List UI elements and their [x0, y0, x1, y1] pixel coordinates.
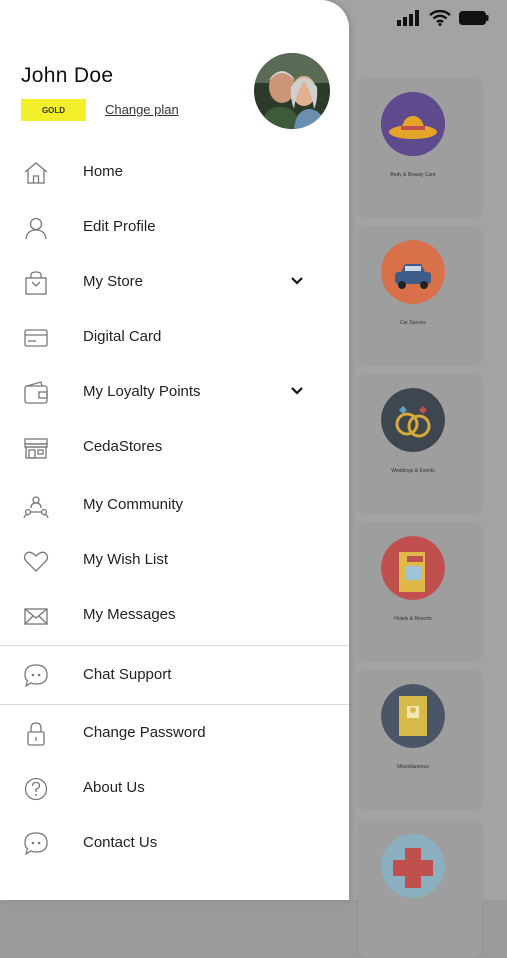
chevron-down-icon[interactable]	[289, 273, 305, 289]
menu-item-my-community[interactable]: My Community	[0, 485, 349, 525]
category-icon	[381, 92, 445, 156]
status-bar	[397, 10, 489, 26]
community-icon	[23, 496, 49, 519]
menu-item-label: My Store	[83, 273, 144, 290]
signal-icon	[397, 10, 419, 26]
plan-badge: GOLD	[21, 99, 86, 121]
question-icon	[24, 777, 48, 801]
category-card[interactable]	[358, 822, 482, 958]
battery-icon	[459, 11, 489, 25]
category-icon	[381, 684, 445, 748]
menu-item-label: Contact Us	[83, 834, 158, 851]
wifi-icon	[429, 10, 451, 26]
category-label: Car Service	[399, 320, 427, 326]
divider	[0, 704, 349, 705]
category-card[interactable]: Hotels & Resorts	[358, 524, 482, 660]
category-label: Body & Beauty Care	[390, 172, 436, 178]
menu-item-my-wish-list[interactable]: My Wish List	[0, 540, 349, 580]
user-name: John Doe	[21, 64, 114, 87]
divider	[0, 645, 349, 646]
menu-item-label: My Loyalty Points	[83, 383, 201, 400]
menu-item-label: Chat Support	[83, 666, 172, 683]
menu-item-about-us[interactable]: About Us	[0, 768, 349, 808]
chevron-down-icon[interactable]	[289, 383, 305, 399]
category-icon	[381, 240, 445, 304]
storefront-icon	[24, 438, 48, 459]
category-label: Hotels & Resorts	[394, 616, 432, 622]
navigation-drawer: John Doe GOLD Change plan Home Edit Prof…	[0, 0, 349, 900]
menu-item-label: About Us	[83, 779, 145, 796]
chat-icon	[24, 664, 48, 688]
menu-item-my-loyalty-points[interactable]: My Loyalty Points	[0, 372, 349, 412]
category-icon	[381, 536, 445, 600]
user-icon	[25, 217, 47, 240]
change-plan-link[interactable]: Change plan	[105, 102, 179, 117]
menu-item-label: Change Password	[83, 724, 206, 741]
menu-item-label: CedaStores	[83, 438, 163, 455]
menu-item-chat-support[interactable]: Chat Support	[0, 655, 349, 695]
lock-icon	[27, 722, 45, 746]
heart-icon	[23, 551, 49, 572]
category-card[interactable]: Car Service	[358, 228, 482, 364]
category-card[interactable]: Miscellaneous	[358, 672, 482, 808]
menu-item-digital-card[interactable]: Digital Card	[0, 317, 349, 357]
envelope-icon	[24, 608, 48, 625]
menu-item-label: Edit Profile	[83, 218, 156, 235]
category-card[interactable]: Body & Beauty Care	[358, 80, 482, 216]
category-icon	[381, 388, 445, 452]
menu-item-contact-us[interactable]: Contact Us	[0, 823, 349, 863]
home-icon	[24, 162, 48, 184]
menu-item-label: Digital Card	[83, 328, 162, 345]
wallet-icon	[24, 381, 48, 404]
menu-item-label: My Messages	[83, 606, 176, 623]
menu-item-my-store[interactable]: My Store	[0, 262, 349, 302]
menu-item-home[interactable]: Home	[0, 152, 349, 192]
card-icon	[24, 329, 48, 347]
menu-item-edit-profile[interactable]: Edit Profile	[0, 207, 349, 247]
avatar[interactable]	[254, 53, 330, 129]
category-icon	[381, 834, 445, 898]
menu-item-label: My Community	[83, 496, 184, 513]
category-card[interactable]: Weddings & Events	[358, 376, 482, 512]
category-label: Weddings & Events	[391, 468, 435, 474]
menu-item-label: My Wish List	[83, 551, 169, 568]
menu-item-change-password[interactable]: Change Password	[0, 713, 349, 753]
menu-item-cedastores[interactable]: CedaStores	[0, 427, 349, 467]
menu-item-my-messages[interactable]: My Messages	[0, 595, 349, 635]
category-label: Miscellaneous	[397, 764, 429, 770]
store-bag-icon	[25, 271, 47, 295]
menu-item-label: Home	[83, 163, 124, 180]
chat-icon	[24, 832, 48, 856]
